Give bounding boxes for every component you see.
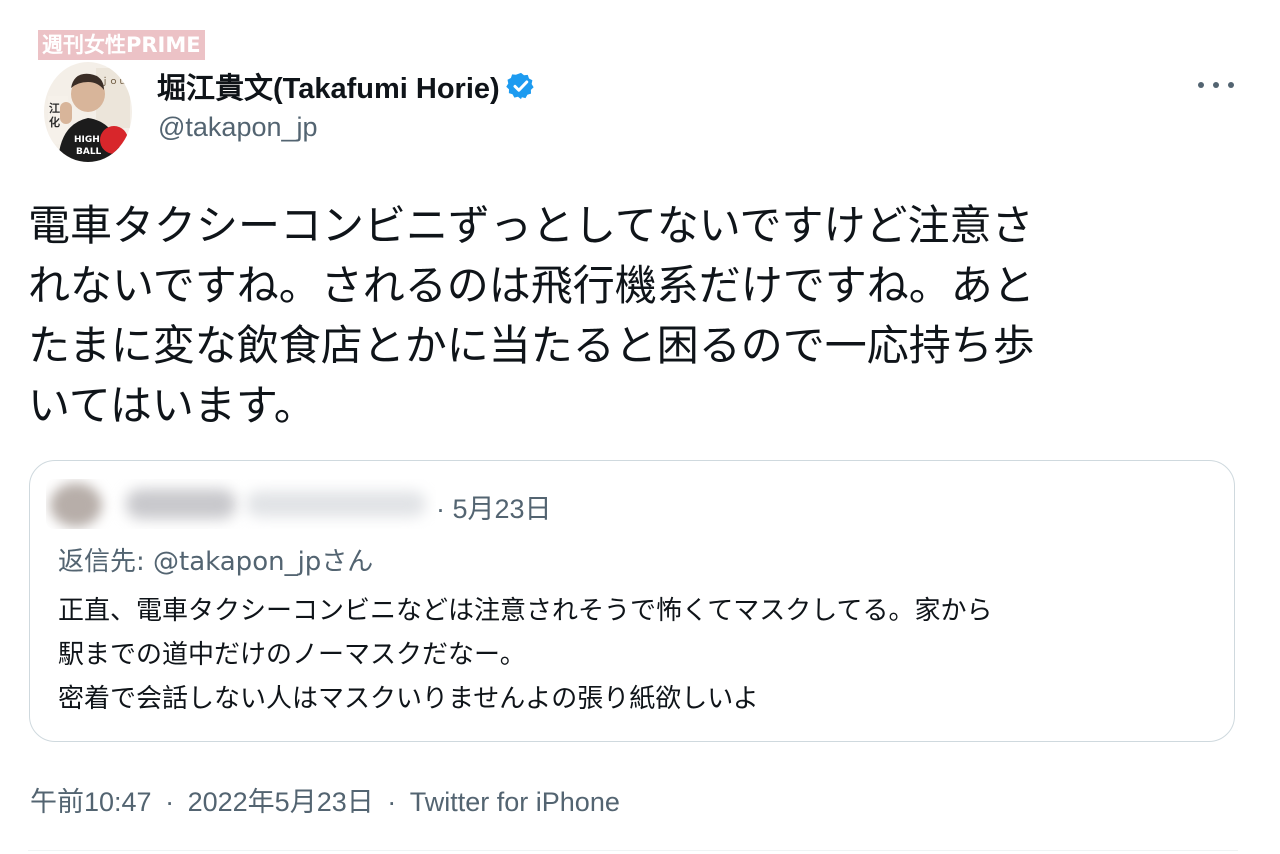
tweet-time[interactable]: 午前10:47	[30, 787, 152, 817]
more-dot	[1198, 82, 1204, 88]
watermark-logo: 週刊女性PRIME	[38, 30, 205, 60]
profile-photo-icon: ｊｏｕ 江 化 HIGH BALL	[44, 62, 132, 162]
quote-text: 正直、電車タクシーコンビニなどは注意されそうで怖くてマスクしてる。家から 駅まで…	[58, 589, 1218, 721]
quote-date[interactable]: · 5月23日	[436, 487, 552, 526]
svg-text:HIGH: HIGH	[74, 135, 100, 145]
divider	[28, 850, 1238, 851]
author-handle[interactable]: @takapon_jp	[158, 112, 318, 143]
svg-text:化: 化	[49, 115, 60, 129]
more-dot	[1213, 82, 1219, 88]
quoted-tweet-card[interactable]: · 5月23日 返信先: @takapon_jpさん 正直、電車タクシーコンビニ…	[29, 460, 1235, 742]
blurred-quote-author	[46, 479, 436, 529]
quote-text-line: 駅までの道中だけのノーマスクだなー。	[58, 640, 526, 670]
svg-text:ｊｏｕ: ｊｏｕ	[100, 76, 127, 87]
more-horizontal-icon[interactable]	[1196, 70, 1236, 100]
tweet-meta: 午前10:47 · 2022年5月23日 · Twitter for iPhon…	[30, 780, 620, 819]
tweet-text: 電車タクシーコンビニずっとしてないですけど注意さ れないですね。されるのは飛行機…	[28, 196, 1238, 436]
tweet-text-line: いてはいます。	[28, 381, 316, 430]
tweet-text-line: れないですね。されるのは飛行機系だけですね。あと	[28, 261, 1035, 310]
svg-text:BALL: BALL	[76, 147, 102, 157]
avatar[interactable]: ｊｏｕ 江 化 HIGH BALL	[44, 62, 132, 162]
meta-separator: ·	[165, 787, 175, 817]
author-display-name[interactable]: 堀江貴文(Takafumi Horie)	[157, 65, 500, 107]
tweet-date[interactable]: 2022年5月23日	[188, 787, 374, 817]
tweet-text-line: たまに変な飲食店とかに当たると困るので一応持ち歩	[28, 321, 1035, 370]
reply-to-label: 返信先: @takapon_jpさん	[58, 547, 374, 577]
verified-badge-icon	[505, 71, 536, 101]
more-dot	[1228, 82, 1234, 88]
quote-text-line: 密着で会話しない人はマスクいりませんよの張り紙欲しいよ	[58, 684, 759, 714]
svg-text:江: 江	[49, 101, 60, 115]
author-name-row[interactable]: 堀江貴文(Takafumi Horie)	[157, 66, 536, 106]
tweet-text-line: 電車タクシーコンビニずっとしてないですけど注意さ	[28, 201, 1034, 250]
meta-separator: ·	[387, 787, 397, 817]
tweet-source[interactable]: Twitter for iPhone	[410, 787, 620, 817]
quote-text-line: 正直、電車タクシーコンビニなどは注意されそうで怖くてマスクしてる。家から	[58, 596, 993, 626]
